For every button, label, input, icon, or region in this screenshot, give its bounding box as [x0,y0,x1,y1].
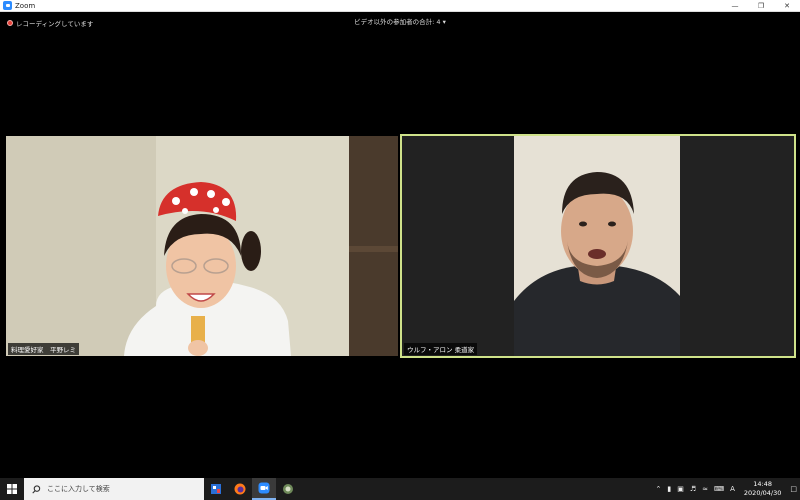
participant-name-tag: ウルフ・アロン 柔道家 [404,343,478,355]
volume-icon[interactable]: ♬ [690,485,696,493]
input-language[interactable]: A [730,485,735,493]
participant-video-left [6,136,398,356]
video-tile-left[interactable]: 料理愛好家 平野レミ [6,136,398,356]
system-tray: ⌃ ▮ ▣ ♬ ≈ ⌨ A 14:48 2020/04/30 □ [652,478,800,500]
battery-icon[interactable]: ▮ [667,485,671,493]
taskbar-firefox[interactable] [228,478,252,500]
zoom-icon [258,482,270,494]
search-placeholder: ここに入力して検索 [47,485,110,493]
window-title: Zoom [15,1,36,10]
participant-video-right [402,136,794,356]
maximize-button[interactable]: ❐ [748,0,774,12]
windows-icon [7,484,17,494]
taskbar-search[interactable]: ここに入力して検索 [24,478,204,500]
participants-label: ビデオ以外の参加者の合計: 4 [354,18,441,26]
zoom-window: Zoom — ❐ ✕ レコーディングしています ビデオ以外の参加者の合計: 4 … [0,0,800,478]
store-app-icon [211,484,221,494]
search-icon [32,484,41,493]
chevron-up-icon[interactable]: ⌃ [655,485,661,493]
minimize-button[interactable]: — [722,0,748,12]
taskbar-app-1[interactable] [204,478,228,500]
window-controls: — ❐ ✕ [722,0,800,12]
notification-icon[interactable]: □ [790,485,797,493]
close-button[interactable]: ✕ [774,0,800,12]
firefox-icon [234,483,246,495]
start-button[interactable] [0,478,24,500]
participant-name-tag: 料理愛好家 平野レミ [8,343,79,355]
clock-date: 2020/04/30 [743,489,782,497]
app-icon [283,484,293,494]
windows-taskbar: ここに入力して検索 ⌃ ▮ ▣ ♬ ≈ ⌨ A 14:48 2020/04/30… [0,478,800,500]
clock[interactable]: 14:48 2020/04/30 [744,480,781,498]
video-tile-right-active-speaker[interactable]: ウルフ・アロン 柔道家 [400,134,796,358]
title-bar: Zoom — ❐ ✕ [0,0,800,12]
clock-time: 14:48 [753,480,772,488]
chevron-down-icon: ▾ [442,18,446,26]
wifi-icon[interactable]: ≈ [702,485,708,493]
zoom-app-icon [3,1,12,10]
taskbar-app-4[interactable] [276,478,300,500]
network-icon[interactable]: ▣ [677,485,684,493]
non-video-participants[interactable]: ビデオ以外の参加者の合計: 4 ▾ [0,16,800,26]
taskbar-zoom[interactable] [252,478,276,500]
keyboard-icon[interactable]: ⌨ [714,485,724,493]
